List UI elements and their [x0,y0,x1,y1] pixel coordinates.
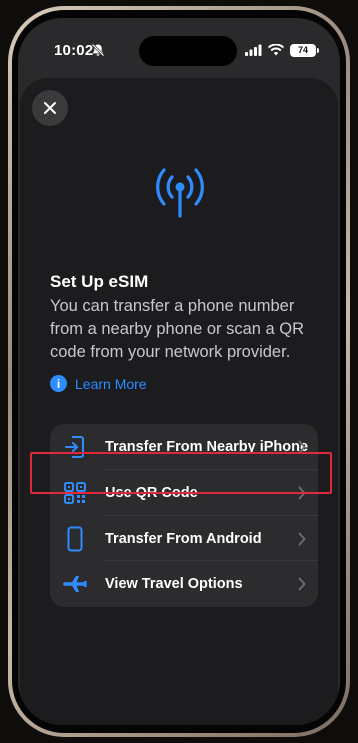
option-transfer-from-android[interactable]: Transfer From Android [50,516,318,562]
status-time: 10:02 [54,42,94,59]
screenshot: 10:02 74 Set Up eSIM You can transfer a … [0,0,358,743]
chevron-right-icon [298,440,306,454]
option-label: View Travel Options [105,576,243,593]
cellular-antenna-icon [156,168,204,218]
page-title: Set Up eSIM [50,272,149,291]
status-indicators: 74 [245,43,319,57]
learn-more-label: Learn More [75,375,147,392]
phone-transfer-icon [62,434,88,460]
close-icon [44,102,56,114]
qr-code-icon [62,480,88,506]
learn-more-link[interactable]: i Learn More [50,375,147,392]
close-button[interactable] [32,90,68,126]
battery-percentage: 74 [297,45,308,55]
option-view-travel-options[interactable]: View Travel Options [50,561,318,607]
chevron-right-icon [298,486,306,500]
chevron-right-icon [298,577,306,591]
wifi-icon [268,44,284,56]
option-transfer-from-nearby-iphone[interactable]: Transfer From Nearby iPhone [50,424,318,470]
battery-icon: 74 [290,43,319,57]
phone-screen: 10:02 74 Set Up eSIM You can transfer a … [18,18,340,725]
dynamic-island [139,36,237,66]
info-icon: i [50,375,67,392]
option-label: Use QR Code [105,484,198,501]
page-description: You can transfer a phone number from a n… [50,297,305,361]
status-bar: 10:02 74 [18,18,340,78]
cellular-signal-icon [245,44,262,56]
chevron-right-icon [298,532,306,545]
esim-setup-sheet: Set Up eSIM You can transfer a phone num… [20,78,338,725]
bell-muted-icon [91,43,105,57]
airplane-icon [62,571,88,597]
android-phone-icon [62,526,88,552]
option-use-qr-code[interactable]: Use QR Code [50,470,318,516]
option-label: Transfer From Android [105,530,262,547]
option-label: Transfer From Nearby iPhone [105,439,309,455]
esim-options-list: Transfer From Nearby iPhone Use QR Code … [50,424,318,607]
